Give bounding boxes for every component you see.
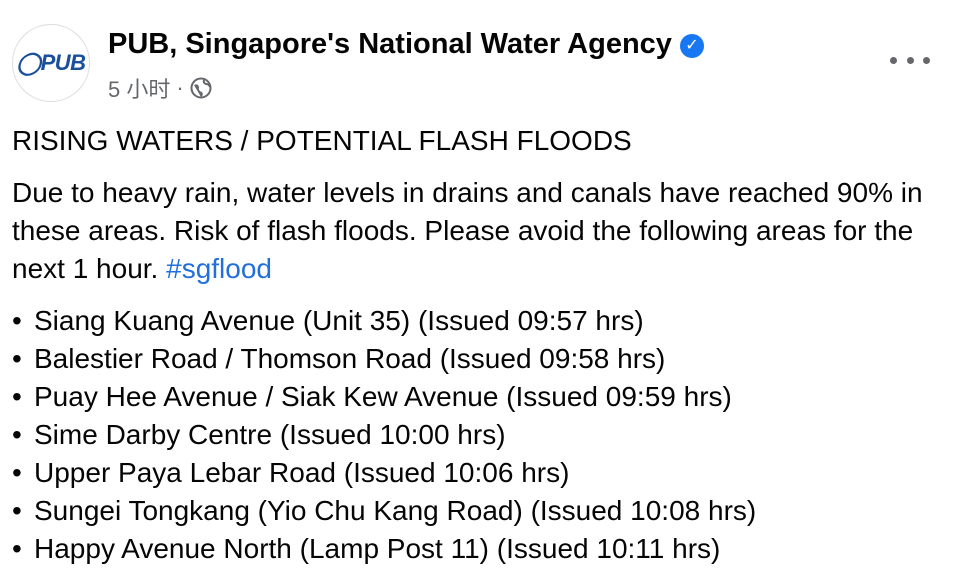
post-message: Due to heavy rain, water levels in drain… [12,174,938,288]
verified-badge-icon: ✓ [679,34,704,58]
bullet: • [12,533,22,564]
list-item: • Happy Avenue North (Lamp Post 11) (Issu… [12,530,938,568]
bullet: • [12,457,22,488]
list-item: • Upper Paya Lebar Road (Issued 10:06 hrs… [12,454,938,492]
more-dot [906,56,914,64]
list-item: • Balestier Road / Thomson Road (Issued 0… [12,340,938,378]
bullet: • [12,495,22,526]
more-dot [890,56,897,64]
list-item: • Puay Hee Avenue / Siak Kew Avenue (Issu… [12,378,938,416]
post-meta: 5 小时 · [108,72,212,104]
post-body: RISING WATERS / POTENTIAL FLASH FLOODS D… [12,122,938,568]
message-text: Due to heavy rain, water levels in drain… [12,177,923,284]
page-avatar[interactable]: ◯PUB [12,24,90,102]
post-heading: RISING WATERS / POTENTIAL FLASH FLOODS [12,125,632,156]
more-dot [923,56,930,64]
page-name-link[interactable]: PUB, Singapore's National Water Agency ✓ [108,28,704,61]
area-text: Puay Hee Avenue / Siak Kew Avenue (Issue… [34,381,732,412]
bullet: • [12,381,22,412]
post-timestamp[interactable]: 5 小时 [108,72,170,104]
area-text: Sungei Tongkang (Yio Chu Kang Road) (Iss… [34,495,757,526]
area-text: Upper Paya Lebar Road (Issued 10:06 hrs) [34,457,570,488]
pub-logo: ◯PUB [16,50,86,75]
area-text: Happy Avenue North (Lamp Post 11) (Issue… [34,533,721,564]
facebook-post: ◯PUB PUB, Singapore's National Water Age… [0,0,954,588]
area-text: Siang Kuang Avenue (Unit 35) (Issued 09:… [34,305,644,336]
area-text: Sime Darby Centre (Issued 10:00 hrs) [34,419,506,450]
list-item: • Siang Kuang Avenue (Unit 35) (Issued 09… [12,302,938,340]
area-text: Balestier Road / Thomson Road (Issued 09… [34,343,666,374]
bullet: • [12,419,22,450]
list-item: • Sime Darby Centre (Issued 10:00 hrs) [12,416,938,454]
hashtag-link[interactable]: #sgflood [166,253,272,284]
more-options-icon[interactable] [890,50,930,70]
globe-icon[interactable] [190,77,212,99]
list-item: • Sungei Tongkang (Yio Chu Kang Road) (Is… [12,492,938,530]
flood-areas-list: • Siang Kuang Avenue (Unit 35) (Issued 09… [12,302,938,568]
bullet: • [12,343,22,374]
meta-separator: · [176,75,184,100]
post-header: ◯PUB PUB, Singapore's National Water Age… [12,24,954,104]
bullet: • [12,305,22,336]
page-name: PUB, Singapore's National Water Agency [108,28,672,60]
